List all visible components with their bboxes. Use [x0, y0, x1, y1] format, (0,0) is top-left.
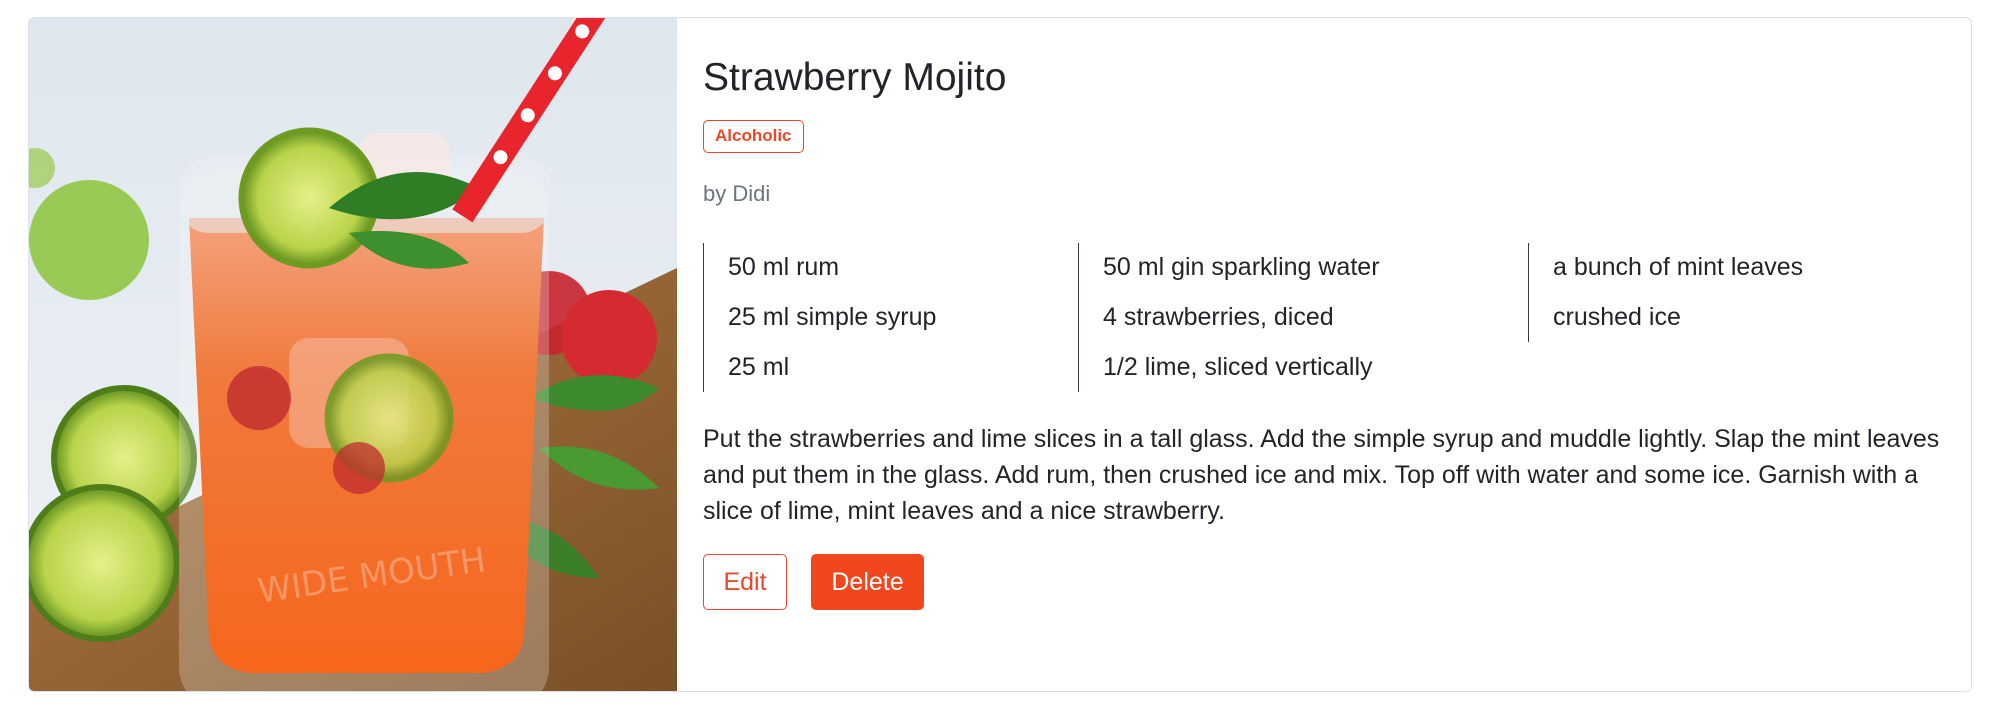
recipe-title: Strawberry Mojito: [703, 56, 1007, 99]
edit-button[interactable]: Edit: [703, 554, 787, 610]
ingredient-item: a bunch of mint leaves: [1553, 253, 1804, 281]
ingredient-item: 1/2 lime, sliced vertically: [1103, 353, 1373, 381]
ingredient-item: 4 strawberries, diced: [1103, 303, 1334, 331]
recipe-actions: Edit Delete: [703, 554, 1953, 610]
ingredient-item: 25 ml: [728, 353, 790, 381]
ingredient-item: crushed ice: [1553, 303, 1681, 331]
ingredient-item: 50 ml rum: [728, 253, 840, 281]
recipe-photo: WIDE MOUTH: [29, 18, 677, 691]
ingredients-list: 50 ml rum 25 ml simple syrup 25 ml 50 ml…: [703, 243, 1953, 393]
ingredient-item: 50 ml gin sparkling water: [1103, 253, 1380, 281]
ingredients-column-1: 50 ml rum 25 ml simple syrup 25 ml: [703, 243, 1078, 392]
ingredient-item: 25 ml simple syrup: [728, 303, 937, 331]
recipe-instructions: Put the strawberries and lime slices in …: [703, 425, 1940, 525]
category-badge: Alcoholic: [703, 120, 804, 153]
recipe-author: by Didi: [703, 181, 771, 206]
recipe-details: Strawberry Mojito Alcoholic by Didi 50 m…: [677, 18, 1971, 691]
ingredients-column-3: a bunch of mint leaves crushed ice: [1528, 243, 1948, 342]
recipe-card: WIDE MOUTH Strawberry Mojito Alcoholic b…: [28, 17, 1972, 692]
delete-button[interactable]: Delete: [811, 554, 924, 610]
ingredients-column-2: 50 ml gin sparkling water 4 strawberries…: [1078, 243, 1528, 392]
